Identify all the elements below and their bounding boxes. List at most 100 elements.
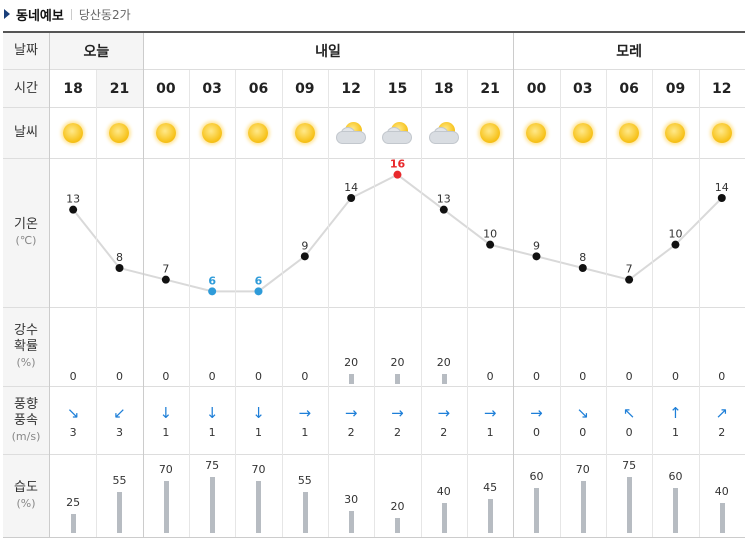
humidity-bar — [719, 503, 725, 533]
precip-value: 0 — [486, 370, 494, 383]
time-cell: 06 — [619, 80, 639, 97]
humidity-value: 20 — [390, 500, 405, 513]
wind-speed: 2 — [393, 426, 401, 439]
label-weather: 날씨 — [3, 108, 49, 158]
temperature-point — [439, 205, 448, 214]
time-cell: 03 — [202, 80, 222, 97]
arrow-right-icon: → — [391, 404, 404, 422]
humidity-value: 75 — [622, 458, 637, 472]
wind-speed: 3 — [69, 426, 77, 439]
humidity-bar — [395, 518, 401, 533]
precip-value: 0 — [718, 370, 726, 383]
arrow-right-icon: → — [298, 404, 312, 422]
partly-cloudy-icon — [374, 108, 420, 158]
sunny-icon — [513, 108, 559, 158]
temperature-point — [578, 264, 587, 272]
precip-value: 0 — [301, 370, 309, 383]
humidity-value: 55 — [112, 473, 127, 487]
humidity-bar — [210, 476, 216, 533]
precip-bar — [349, 374, 355, 384]
wind-speed: 1 — [301, 426, 309, 439]
humidity-bar — [534, 488, 540, 533]
arrow-right-icon: → — [344, 404, 358, 422]
humidity-value: 25 — [66, 496, 81, 510]
time-cell: 12 — [341, 80, 361, 97]
arrow-down-icon: ↓ — [252, 404, 265, 422]
day-header: 모레 — [616, 44, 642, 60]
temperature-label: 10 — [483, 228, 497, 241]
temperature-label: 9 — [301, 239, 308, 252]
time-cell: 09 — [295, 80, 315, 97]
label-time: 시간 — [3, 70, 49, 107]
wind-speed: 3 — [115, 426, 123, 439]
precip-bar — [441, 374, 447, 384]
arrow-up-right-icon: ↗ — [715, 404, 729, 422]
temperature-point — [625, 275, 634, 284]
humidity-value: 60 — [668, 470, 683, 483]
wind-speed: 1 — [254, 426, 262, 439]
wind-speed: 0 — [625, 426, 633, 439]
humidity-value: 45 — [483, 481, 498, 495]
time-cell: 03 — [573, 80, 593, 97]
sunny-icon — [282, 108, 328, 158]
precip-value: 0 — [532, 370, 540, 383]
time-cell: 21 — [109, 80, 130, 97]
time-cell: 18 — [63, 80, 83, 97]
day-header: 내일 — [315, 44, 341, 60]
precip-value: 0 — [579, 370, 587, 383]
wind-speed: 1 — [486, 426, 494, 439]
wind-speed: 2 — [347, 426, 355, 439]
temperature-label: 7 — [162, 263, 169, 276]
location-name: 당산동2가 — [78, 7, 131, 22]
arrow-right-icon: → — [437, 404, 451, 422]
precip-value: 0 — [115, 370, 123, 383]
arrow-up-left-icon: ↖ — [622, 404, 636, 422]
sunny-icon — [652, 108, 698, 158]
humidity-value: 70 — [251, 462, 266, 476]
temperature-label: 8 — [579, 251, 586, 264]
precip-value: 20 — [344, 356, 359, 369]
humidity-bar — [627, 476, 633, 533]
temperature-point — [69, 205, 78, 214]
temperature-label: 6 — [255, 274, 263, 287]
humidity-value: 75 — [205, 458, 220, 472]
humidity-bar — [71, 514, 77, 533]
temperature-label: 8 — [116, 251, 123, 264]
humidity-bar — [580, 480, 586, 533]
arrow-up-icon: ↑ — [669, 404, 682, 422]
temperature-label: 13 — [437, 193, 451, 206]
temperature-point — [161, 275, 170, 284]
sunny-icon — [606, 108, 652, 158]
temperature-point — [300, 252, 309, 261]
temperature-point — [208, 287, 217, 296]
precip-value: 0 — [208, 370, 216, 383]
label-date: 날짜 — [3, 33, 49, 69]
temperature-label: 7 — [626, 263, 633, 276]
arrow-down-right-icon: ↘ — [66, 404, 80, 422]
time-cell: 21 — [480, 80, 500, 97]
temperature-point — [254, 287, 263, 296]
humidity-bar — [441, 503, 447, 533]
humidity-bar — [488, 499, 494, 533]
humidity-value: 70 — [158, 462, 173, 476]
humidity-bar — [673, 488, 679, 533]
title-divider — [70, 8, 72, 20]
temperature-label: 13 — [66, 193, 80, 206]
time-cell: 18 — [434, 80, 454, 97]
sunny-icon — [235, 108, 281, 158]
sunny-icon — [467, 108, 513, 158]
arrow-down-icon: ↓ — [159, 404, 173, 422]
precip-bar — [395, 374, 401, 384]
humidity-value: 70 — [575, 462, 590, 476]
temperature-point — [115, 264, 124, 272]
temperature-label: 6 — [208, 274, 216, 287]
time-cell: 00 — [156, 80, 176, 97]
temperature-point — [671, 240, 680, 249]
precip-value: 0 — [671, 370, 679, 383]
precip-value: 20 — [390, 356, 405, 369]
time-cell: 00 — [526, 80, 547, 97]
precip-value: 0 — [254, 370, 262, 383]
precip-value: 0 — [69, 370, 77, 383]
sunny-icon — [699, 108, 745, 158]
arrow-down-right-icon: ↘ — [576, 404, 590, 422]
